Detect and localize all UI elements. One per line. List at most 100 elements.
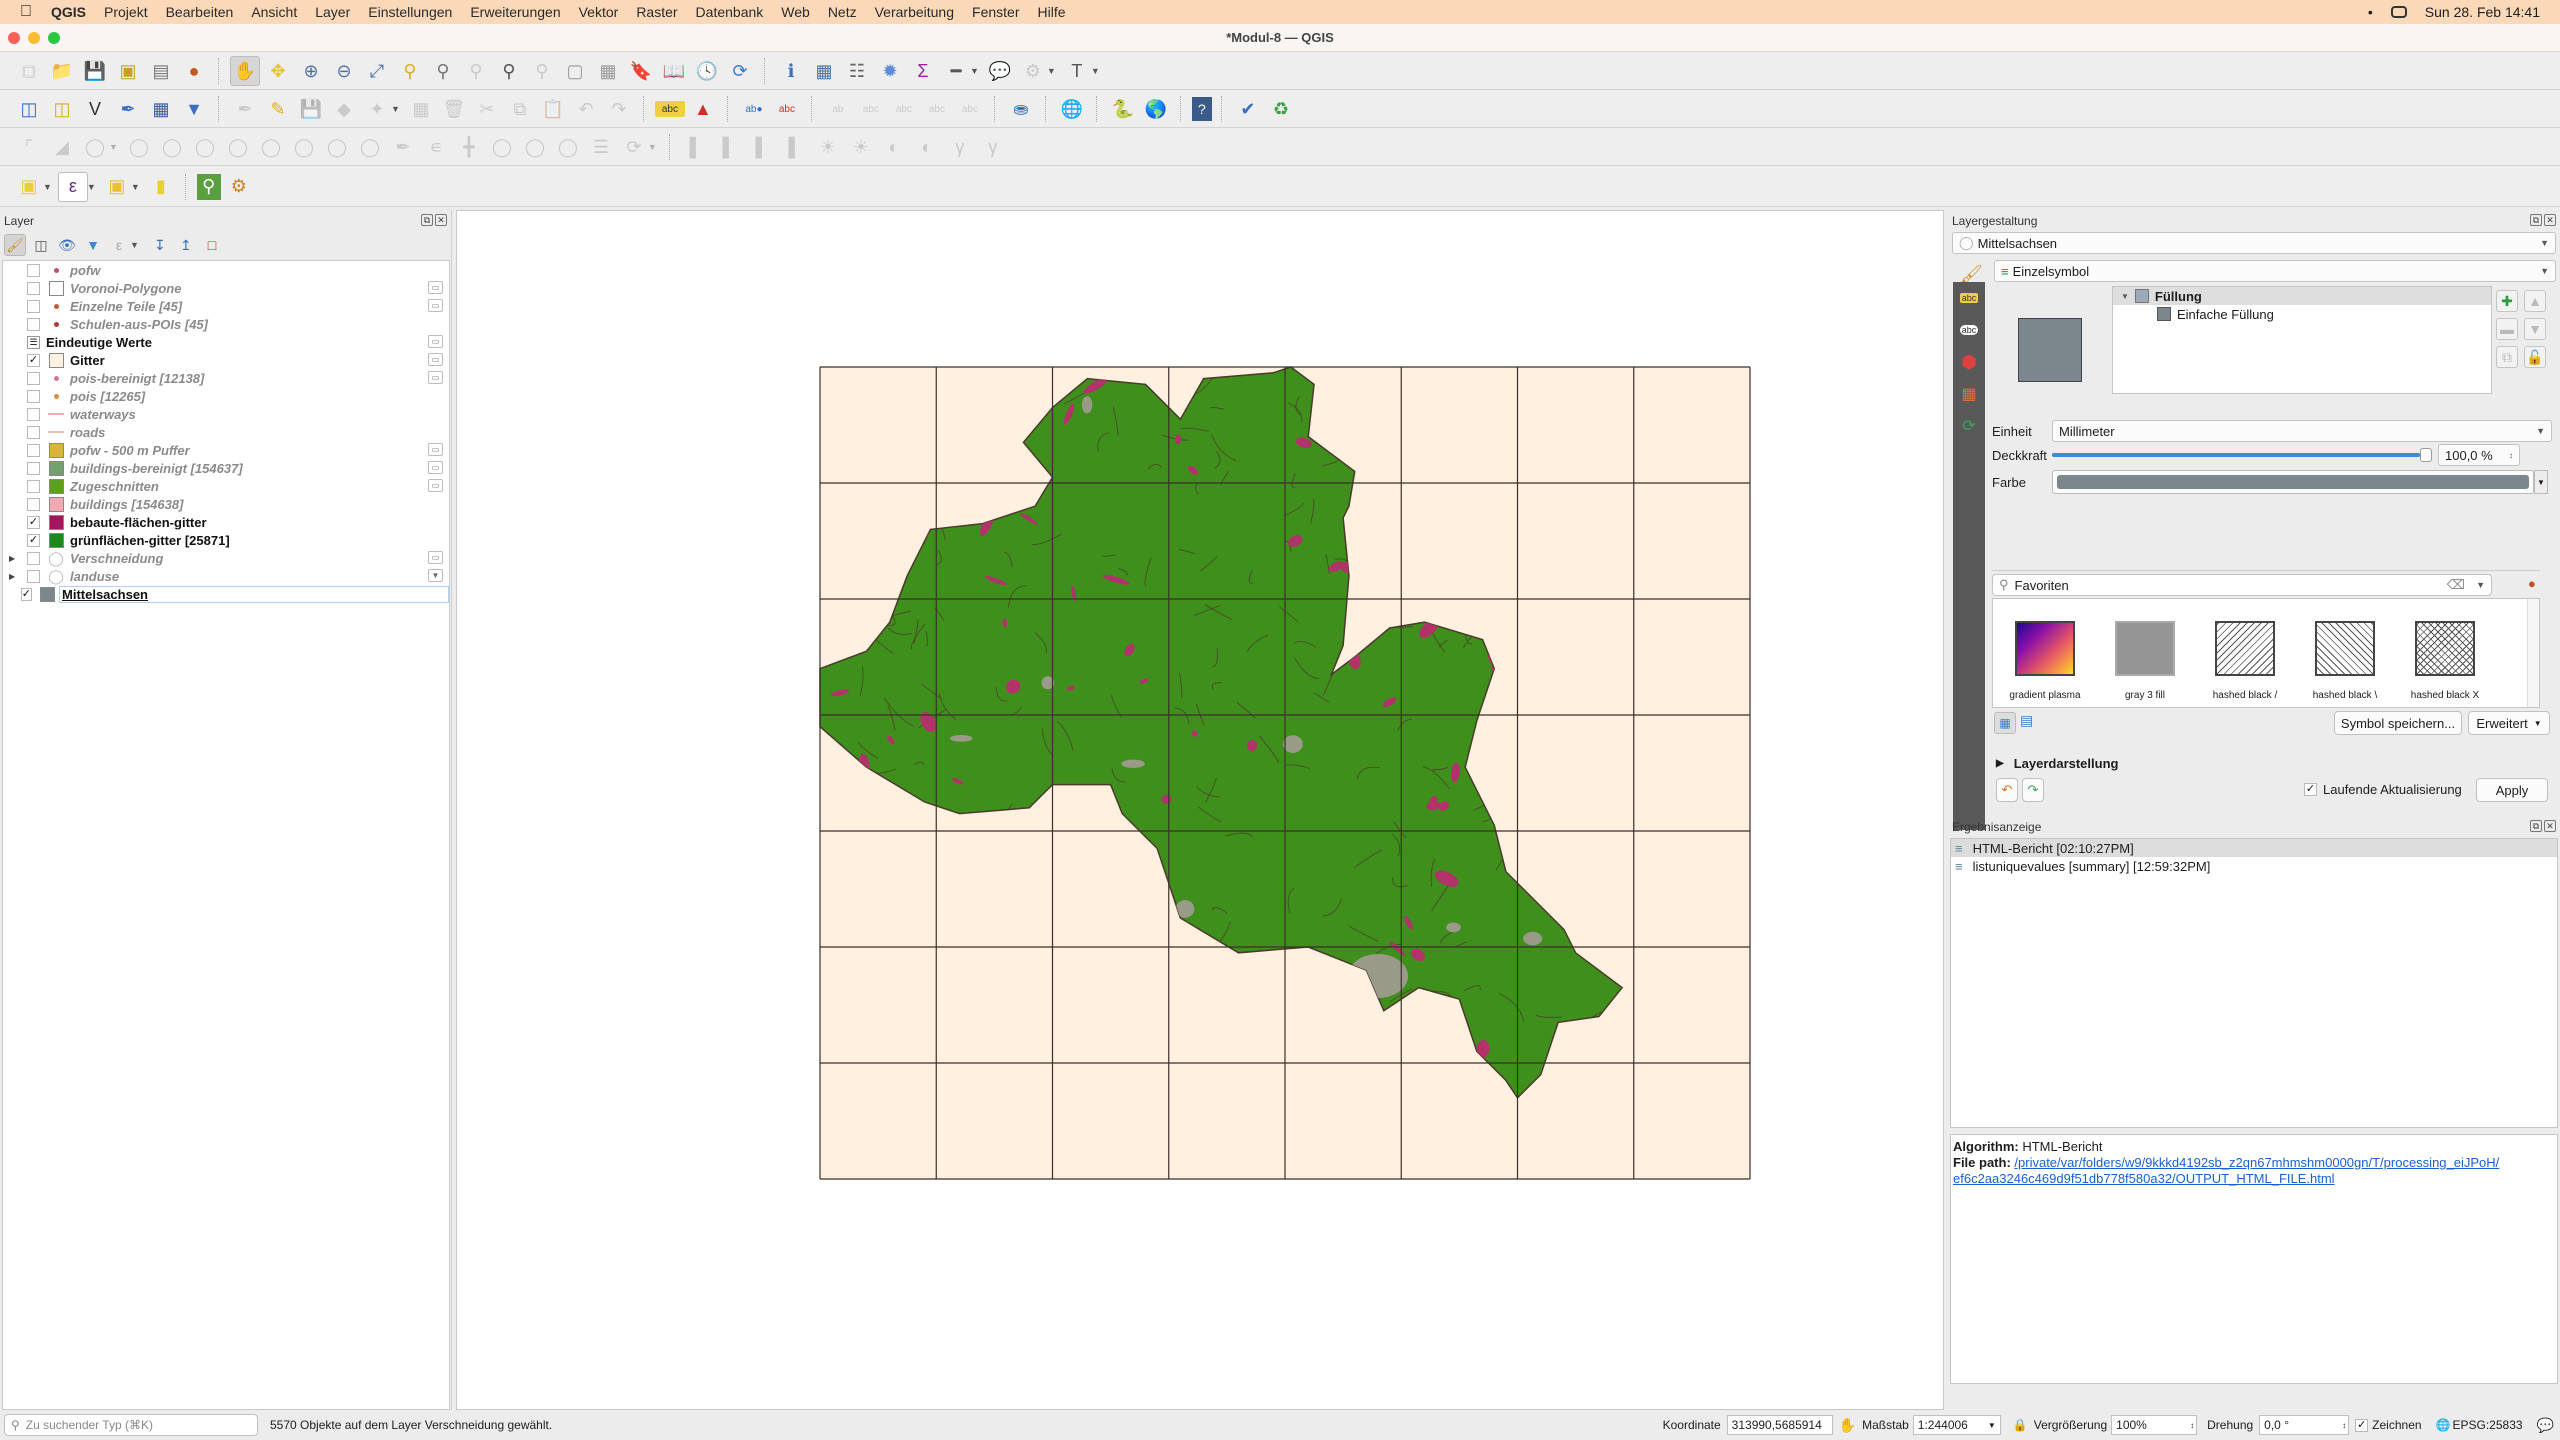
chevron-down-icon[interactable]: ▼ — [87, 182, 96, 192]
minimize-window-button[interactable] — [28, 32, 40, 44]
add-symbol-layer-button[interactable]: ✚ — [2496, 290, 2518, 312]
layer-symbol-icon[interactable]: ◯ — [48, 550, 64, 566]
new-bookmark-icon[interactable]: 🔖 — [626, 56, 656, 86]
layer-visibility-checkbox[interactable] — [27, 263, 40, 277]
measure-line-icon[interactable]: ━ — [941, 56, 971, 86]
layout-manager-icon[interactable]: ▤ — [146, 56, 176, 86]
undo-icon[interactable]: ↶ — [571, 94, 601, 124]
layer-name[interactable]: Mittelsachsen — [59, 585, 449, 603]
temporary-layer-indicator-icon[interactable]: ▭ — [428, 299, 443, 312]
close-window-button[interactable] — [8, 32, 20, 44]
temporary-layer-indicator-icon[interactable]: ▭ — [428, 551, 443, 564]
layer-name[interactable]: buildings [154638] — [70, 497, 183, 512]
style-manager-icon[interactable]: ● — [179, 56, 209, 86]
layer-symbol-icon[interactable] — [48, 298, 64, 314]
chevron-down-icon[interactable]: ▼ — [391, 104, 400, 114]
favorite-symbol[interactable]: hashed black / — [2205, 621, 2285, 701]
move-label-icon[interactable]: abc — [856, 94, 886, 124]
layer-symbol-icon[interactable] — [48, 496, 64, 512]
layer-row[interactable]: buildings [154638] — [3, 495, 449, 513]
new-project-icon[interactable]: □ — [14, 56, 44, 86]
filter-indicator-icon[interactable]: ▼ — [428, 569, 443, 582]
raster-histogram-icon[interactable]: ▌ — [747, 132, 777, 162]
menu-layer[interactable]: Layer — [306, 4, 359, 20]
python-console-icon[interactable]: 🐍 — [1108, 94, 1138, 124]
render-checkbox[interactable]: ✓ — [2355, 1418, 2369, 1432]
layer-visibility-checkbox[interactable] — [27, 407, 40, 421]
menu-netz[interactable]: Netz — [819, 4, 866, 20]
delete-ring-icon[interactable]: ◯ — [190, 132, 220, 162]
layer-name[interactable]: Einzelne Teile [45] — [70, 299, 182, 314]
help-icon[interactable]: ? — [1191, 97, 1212, 121]
undo-style-button[interactable]: ↶ — [1996, 778, 2018, 802]
style-manager-icon[interactable]: ● — [2528, 576, 2536, 591]
text-annotation-icon[interactable]: T — [1062, 56, 1092, 86]
favorite-symbol[interactable]: hashed black \ — [2305, 621, 2385, 701]
apple-icon[interactable]:  — [20, 3, 42, 21]
remove-layer-icon[interactable]: □ — [201, 234, 223, 256]
locator-search-input[interactable]: ⚲ Zu suchender Typ (⌘K) — [4, 1414, 258, 1436]
digitize-triangle-icon[interactable]: ◢ — [47, 132, 77, 162]
zoom-native-icon[interactable]: ⚲ — [461, 56, 491, 86]
menu-app-name[interactable]: QGIS — [42, 4, 95, 20]
chevron-down-icon[interactable]: ▼ — [1988, 1421, 1996, 1430]
settings-gear-icon[interactable]: ✹ — [875, 56, 905, 86]
layer-row[interactable]: roads — [3, 423, 449, 441]
layer-symbol-icon[interactable] — [48, 424, 64, 440]
layer-row[interactable]: Schulen-aus-POIs [45] — [3, 315, 449, 333]
menu-verarbeitung[interactable]: Verarbeitung — [866, 4, 963, 20]
raster-stretch-2-icon[interactable]: ▌ — [780, 132, 810, 162]
layer-symbol-icon[interactable] — [48, 442, 64, 458]
locator-search-icon[interactable]: ⚲ — [196, 173, 221, 200]
3d-view-tab-icon[interactable]: ⬢ — [1953, 346, 1985, 378]
layer-symbol-icon[interactable] — [48, 388, 64, 404]
temporary-layer-indicator-icon[interactable]: ▭ — [428, 281, 443, 294]
split-features-icon[interactable]: ∊ — [421, 132, 451, 162]
menu-fenster[interactable]: Fenster — [963, 4, 1028, 20]
layer-row[interactable]: ✓ Mittelsachsen — [3, 585, 449, 603]
offset-curve-icon[interactable]: ◯ — [157, 132, 187, 162]
layer-visibility-checkbox[interactable] — [27, 299, 40, 313]
layer-row[interactable]: ▶ ◯ landuse ▼ — [3, 567, 449, 585]
processing-toolbox-icon[interactable]: ⚙ — [224, 172, 254, 202]
spin-arrows-icon[interactable]: ↕ — [2190, 1421, 2194, 1430]
pan-map-icon[interactable]: ✋ — [230, 56, 260, 86]
control-center-icon[interactable] — [2390, 6, 2407, 18]
chevron-down-icon[interactable]: ▼ — [648, 142, 657, 152]
favorite-symbol[interactable]: gradient plasma — [2005, 621, 2085, 701]
layer-name[interactable]: Eindeutige Werte — [46, 335, 152, 350]
layer-symbol-icon[interactable] — [48, 316, 64, 332]
magnifier-spinbox[interactable]: 100% ↕ — [2111, 1415, 2198, 1435]
menu-datenbank[interactable]: Datenbank — [687, 4, 773, 20]
rotate-icon[interactable]: ⟳ — [619, 132, 649, 162]
save-symbol-button[interactable]: Symbol speichern... — [2334, 711, 2462, 735]
lock-scale-icon[interactable]: 🔒 — [2013, 1418, 2028, 1432]
renderer-type-combo[interactable]: ≡ Einzelsymbol ▼ — [1994, 260, 2556, 282]
menu-ansicht[interactable]: Ansicht — [242, 4, 306, 20]
expand-all-icon[interactable]: ↧ — [149, 234, 171, 256]
advanced-dropdown-button[interactable]: Erweitert ▼ — [2468, 711, 2550, 735]
menu-raster[interactable]: Raster — [627, 4, 686, 20]
favorite-symbol[interactable]: hashed black X — [2405, 621, 2485, 701]
db-manager-icon[interactable]: ⛂ — [1006, 94, 1036, 124]
new-geopackage-icon[interactable]: ◫ — [47, 94, 77, 124]
align-icon[interactable]: ☰ — [586, 132, 616, 162]
layer-visibility-checkbox[interactable] — [27, 317, 40, 331]
cut-features-icon[interactable]: ✂ — [472, 94, 502, 124]
open-project-icon[interactable]: 📁 — [47, 56, 77, 86]
layer-row[interactable]: pois-bereinigt [12138] ▭ — [3, 369, 449, 387]
chevron-down-icon[interactable]: ▼ — [43, 182, 52, 192]
new-3d-view-icon[interactable]: ▦ — [593, 56, 623, 86]
rotate-point-icon[interactable]: ◯ — [520, 132, 550, 162]
raster-align-left-icon[interactable]: ▌ — [681, 132, 711, 162]
symbol-library[interactable]: gradient plasma gray 3 fill hashed black /… — [1992, 598, 2540, 708]
add-feature-icon[interactable]: ◆ — [329, 94, 359, 124]
zoom-to-selection-icon[interactable]: ⚲ — [395, 56, 425, 86]
highlight-labels-icon[interactable]: abc — [772, 94, 802, 124]
new-shapefile-icon[interactable]: V — [80, 94, 110, 124]
layer-symbol-icon[interactable] — [40, 586, 56, 602]
filepath-link[interactable]: /private/var/folders/w9/9kkkd4192sb_z2qn… — [1953, 1155, 2499, 1186]
manage-visibility-icon[interactable]: 👁 — [56, 234, 78, 256]
symbol-search-input[interactable]: ⚲ Favoriten ⌫ ▼ — [1992, 574, 2492, 596]
zoom-full-icon[interactable]: ⤢ — [362, 56, 392, 86]
